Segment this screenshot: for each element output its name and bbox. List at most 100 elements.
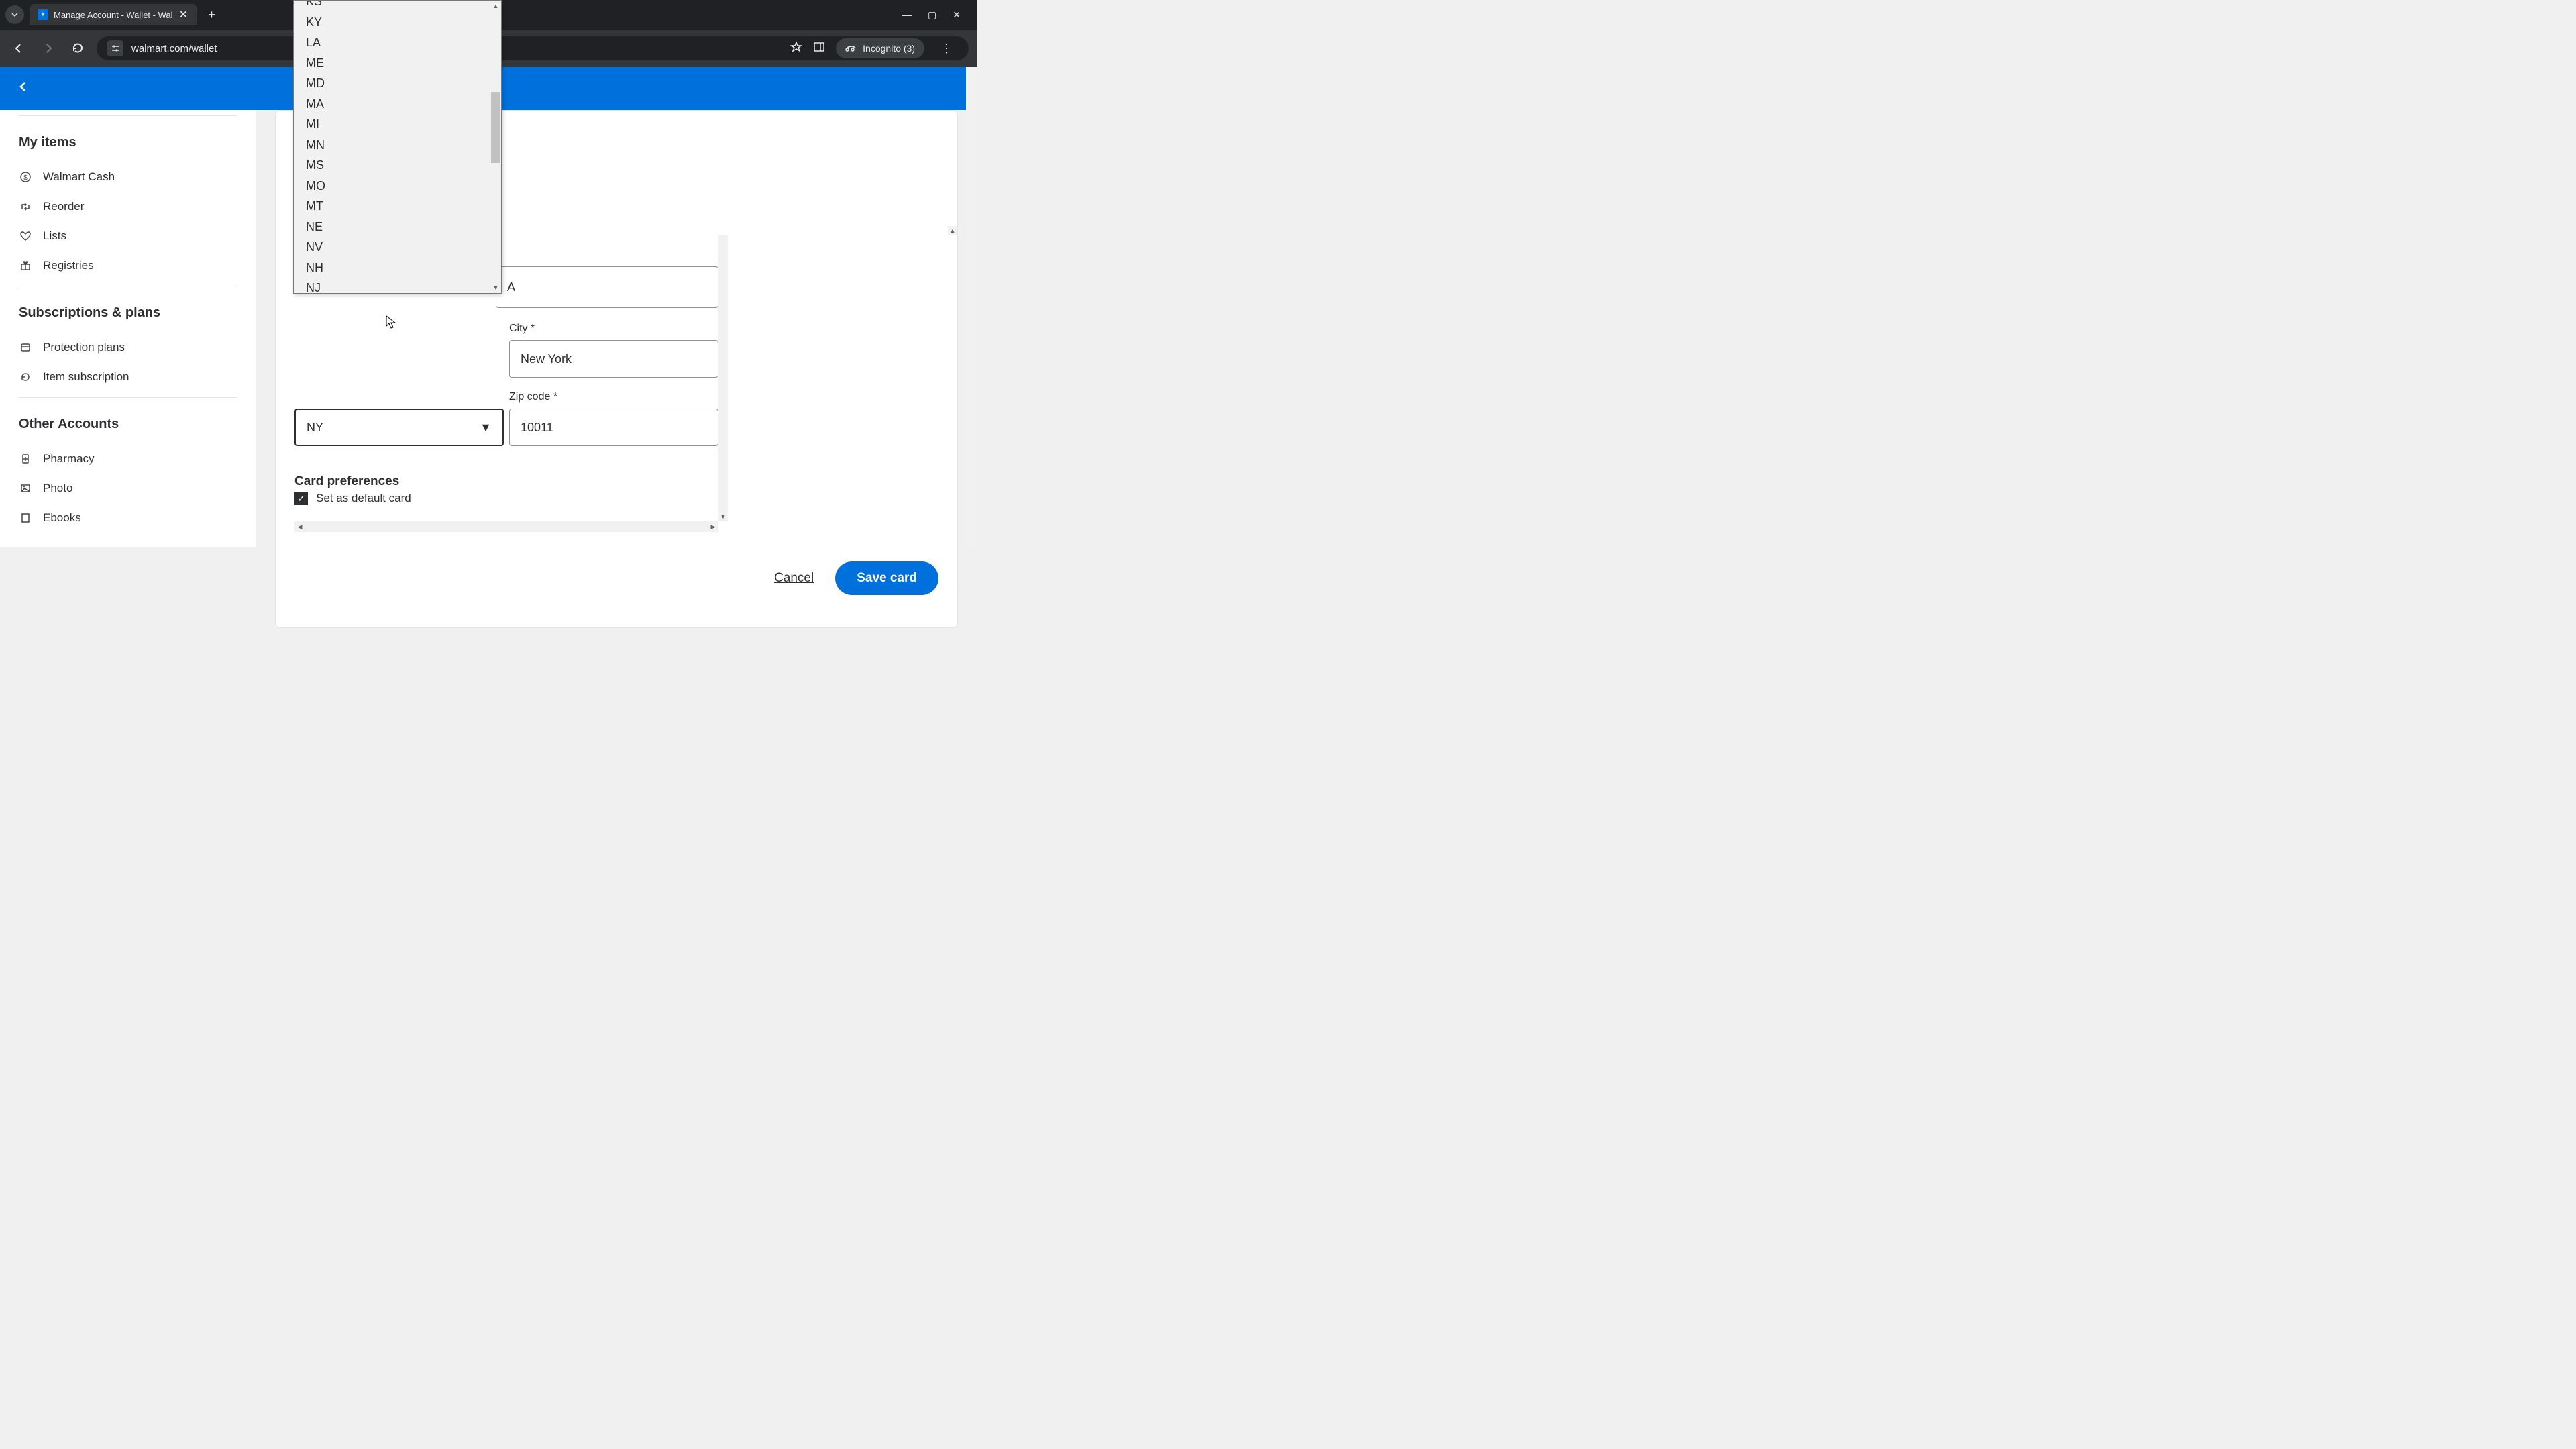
back-button[interactable] [8, 38, 30, 59]
cancel-button[interactable]: Cancel [774, 571, 814, 586]
sidebar-item-label: Ebooks [43, 511, 81, 525]
inner-scroll-track[interactable] [718, 235, 728, 515]
sidebar-item-label: Reorder [43, 200, 84, 213]
horizontal-scrollbar[interactable]: ◀ ▶ [294, 521, 718, 532]
default-card-checkbox[interactable]: ✓ [294, 492, 308, 505]
refresh-icon [19, 370, 32, 384]
dropdown-option-nh[interactable]: NH [294, 258, 501, 278]
zip-input[interactable] [509, 409, 718, 446]
address-bar[interactable]: walmart.com/wallet Incognito (3) ⋮ [97, 36, 969, 60]
bookmark-button[interactable] [790, 41, 802, 56]
pharmacy-icon [19, 452, 32, 466]
close-tab-button[interactable]: ✕ [178, 9, 189, 20]
browser-tab[interactable]: ✶ Manage Account - Wallet - Wal ✕ [30, 4, 197, 25]
sidebar-section-my-items: My items [19, 135, 237, 150]
sidebar-item-label: Registries [43, 259, 94, 272]
sidebar-item-protection-plans[interactable]: Protection plans [19, 333, 237, 362]
reload-icon [72, 42, 84, 54]
reload-button[interactable] [67, 38, 89, 59]
dropdown-option-ne[interactable]: NE [294, 217, 501, 237]
hscroll-right-arrow[interactable]: ▶ [708, 521, 718, 532]
app-back-button[interactable] [16, 79, 30, 98]
sidebar-item-pharmacy[interactable]: Pharmacy [19, 444, 237, 474]
state-dropdown-popup: KSKYLAMEMDMAMIMNMSMOMTNENVNHNJNMNY ▲ ▼ [293, 0, 502, 294]
incognito-icon [845, 42, 857, 54]
dialog-actions: Cancel Save card [774, 561, 938, 595]
maximize-button[interactable]: ▢ [928, 9, 936, 21]
browser-menu-button[interactable]: ⋮ [935, 42, 958, 56]
dropdown-option-nv[interactable]: NV [294, 237, 501, 258]
walmart-favicon: ✶ [38, 9, 48, 20]
dropdown-option-mn[interactable]: MN [294, 135, 501, 156]
arrow-right-icon [42, 42, 54, 54]
field-zip: Zip code * [509, 391, 718, 446]
svg-text:$: $ [23, 174, 28, 182]
new-tab-button[interactable]: + [203, 5, 221, 24]
hscroll-left-arrow[interactable]: ◀ [294, 521, 305, 532]
state-dropdown-list[interactable]: KSKYLAMEMDMAMIMNMSMOMTNENVNHNJNMNY [294, 1, 501, 293]
dropdown-option-ms[interactable]: MS [294, 155, 501, 176]
shield-icon [19, 341, 32, 354]
sidebar-item-registries[interactable]: Registries [19, 251, 237, 280]
site-info-button[interactable] [107, 40, 123, 56]
book-icon [19, 511, 32, 525]
incognito-badge[interactable]: Incognito (3) [836, 38, 924, 58]
city-label: City * [509, 323, 718, 335]
default-card-label: Set as default card [316, 492, 411, 505]
url-actions: Incognito (3) ⋮ [790, 38, 958, 58]
dollar-icon: $ [19, 170, 32, 184]
tab-search-button[interactable] [5, 5, 24, 24]
side-panel-button[interactable] [813, 41, 825, 56]
default-card-row: ✓ Set as default card [276, 492, 430, 519]
partial-input[interactable] [496, 266, 718, 308]
minimize-button[interactable]: — [902, 9, 912, 21]
dropdown-option-nj[interactable]: NJ [294, 278, 501, 293]
sidebar-item-reorder[interactable]: Reorder [19, 192, 237, 221]
photo-icon [19, 482, 32, 495]
reorder-icon [19, 200, 32, 213]
state-select-value: NY [307, 421, 323, 435]
field-state: NY ▼ [294, 409, 504, 446]
dropdown-option-me[interactable]: ME [294, 53, 501, 74]
sidebar-item-lists[interactable]: Lists [19, 221, 237, 251]
star-icon [790, 41, 802, 53]
sidebar-item-walmart-cash[interactable]: $ Walmart Cash [19, 162, 237, 192]
gift-icon [19, 259, 32, 272]
dropdown-scrollbar[interactable]: ▲ ▼ [490, 1, 501, 293]
dropdown-option-md[interactable]: MD [294, 73, 501, 94]
save-card-button[interactable]: Save card [835, 561, 938, 595]
dropdown-option-ma[interactable]: MA [294, 94, 501, 115]
sidebar-item-label: Photo [43, 482, 72, 495]
sidebar: My items $ Walmart Cash Reorder Lists Re… [0, 110, 256, 547]
dropdown-scroll-down[interactable]: ▼ [490, 282, 501, 293]
scroll-down-arrow[interactable]: ▼ [718, 512, 728, 521]
sidebar-item-photo[interactable]: Photo [19, 474, 237, 503]
sidebar-item-label: Walmart Cash [43, 170, 115, 184]
heart-icon [19, 229, 32, 243]
dropdown-option-mo[interactable]: MO [294, 176, 501, 197]
dropdown-scroll-up[interactable]: ▲ [490, 1, 501, 11]
sidebar-section-other-accounts: Other Accounts [19, 417, 237, 432]
page-scrollbar[interactable] [966, 67, 977, 547]
sidebar-item-ebooks[interactable]: Ebooks [19, 503, 237, 533]
dropdown-scroll-thumb[interactable] [491, 92, 500, 163]
chevron-down-icon [11, 11, 19, 19]
forward-button[interactable] [38, 38, 59, 59]
sidebar-section-subscriptions: Subscriptions & plans [19, 305, 237, 321]
dropdown-option-mi[interactable]: MI [294, 114, 501, 135]
close-window-button[interactable]: ✕ [953, 9, 961, 21]
tab-title: Manage Account - Wallet - Wal [54, 10, 173, 20]
sidebar-item-item-subscription[interactable]: Item subscription [19, 362, 237, 392]
tune-icon [111, 44, 120, 53]
dropdown-option-mt[interactable]: MT [294, 196, 501, 217]
dropdown-option-la[interactable]: LA [294, 32, 501, 53]
panel-icon [813, 41, 825, 53]
dropdown-option-ks[interactable]: KS [294, 1, 501, 12]
caret-down-icon: ▼ [480, 421, 492, 435]
scroll-up-arrow[interactable]: ▲ [948, 226, 957, 235]
city-input[interactable] [509, 340, 718, 378]
url-text: walmart.com/wallet [131, 43, 217, 54]
hscroll-track[interactable] [305, 521, 708, 532]
state-select[interactable]: NY ▼ [294, 409, 504, 446]
dropdown-option-ky[interactable]: KY [294, 12, 501, 33]
